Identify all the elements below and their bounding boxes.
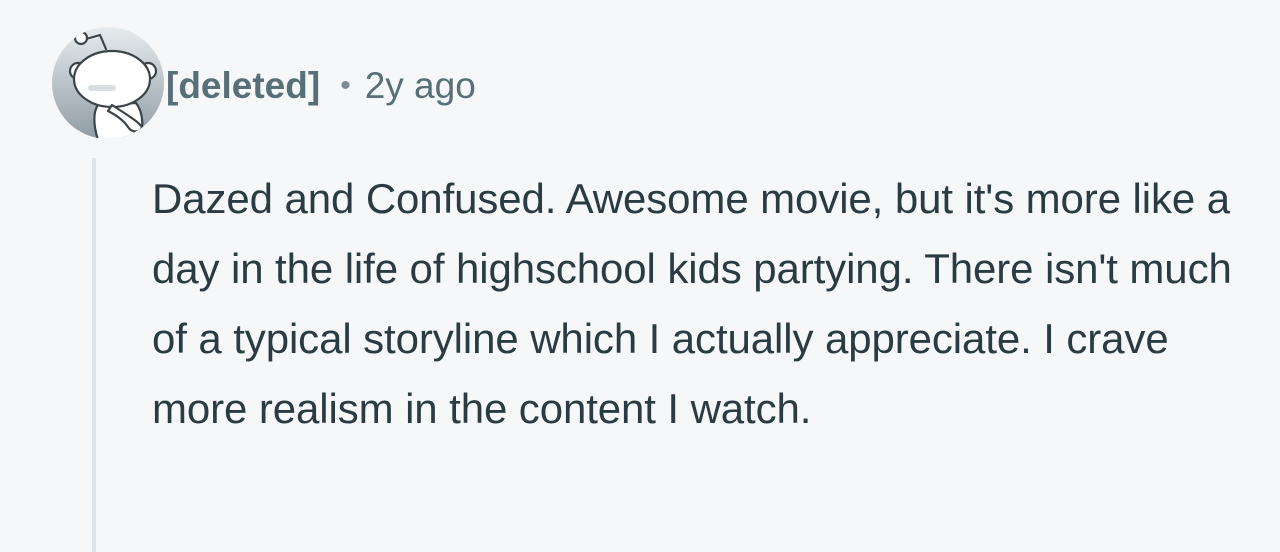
comment-body: Dazed and Confused. Awesome movie, but i…	[152, 175, 1232, 432]
comment-meta: [deleted] • 2y ago	[166, 62, 476, 110]
thread-line[interactable]	[92, 158, 96, 552]
meta-separator: •	[340, 69, 351, 102]
author-name[interactable]: [deleted]	[166, 62, 320, 110]
reddit-snoo-avatar-icon	[52, 27, 164, 139]
comment: [deleted] • 2y ago Dazed and Confused. A…	[0, 0, 1280, 552]
avatar[interactable]	[52, 27, 164, 139]
comment-timestamp[interactable]: 2y ago	[365, 62, 476, 110]
